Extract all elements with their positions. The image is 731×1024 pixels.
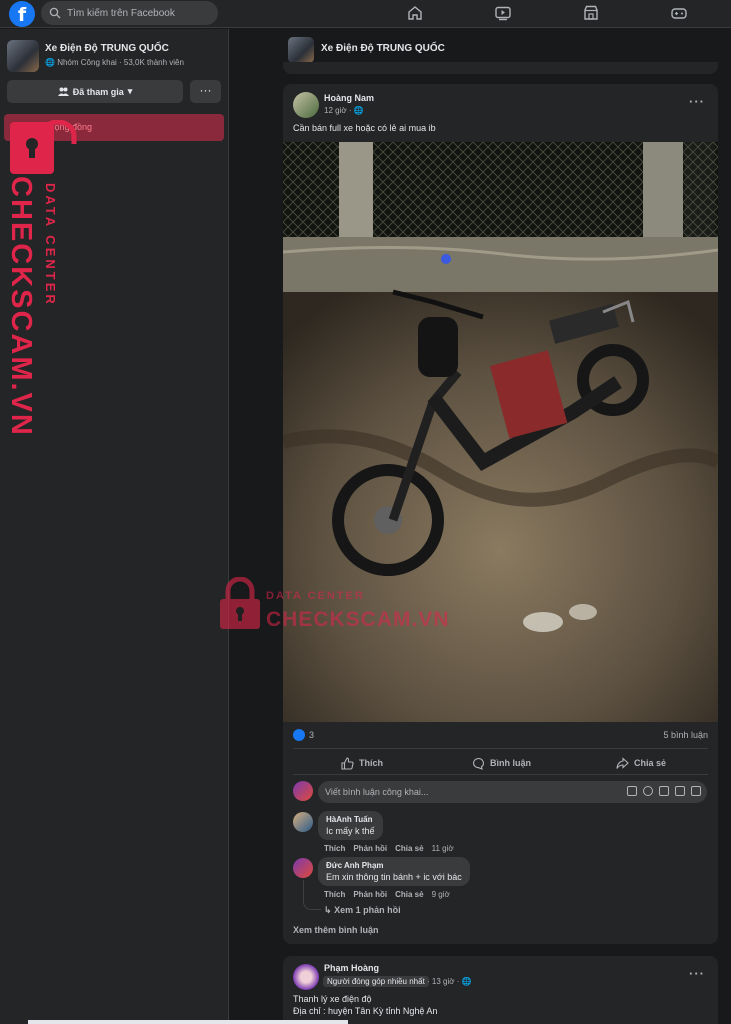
sticky-group-thumbnail[interactable]	[288, 37, 314, 63]
like-button[interactable]: Thích	[341, 754, 383, 772]
thumbs-up-icon	[341, 756, 354, 770]
comment-count[interactable]: 5 bình luận	[663, 730, 708, 740]
current-user-avatar[interactable]	[293, 781, 313, 801]
post-options-button[interactable]: ···	[689, 966, 705, 981]
author-avatar[interactable]	[293, 92, 319, 118]
horizontal-scrollbar[interactable]	[28, 1020, 348, 1024]
reaction-count: 3	[309, 730, 315, 740]
group-thumbnail[interactable]	[7, 40, 39, 72]
top-contributor-badge[interactable]: Người đóng góp nhiều nhất	[323, 976, 429, 987]
post-card: Hoàng Nam 12 giờ · 🌐 ··· Cần bán full xe…	[283, 84, 718, 944]
composer-icons	[627, 786, 701, 796]
comment-actions: Thích Phản hồi Chia sẻ 9 giờ	[324, 890, 450, 899]
comment-like-button[interactable]: Thích	[324, 890, 345, 899]
sticky-group-name[interactable]: Xe Điện Độ TRUNG QUỐC	[321, 43, 445, 54]
group-meta: 🌐 Nhóm Công khai · 53,0K thành viên	[45, 58, 184, 67]
comment-like-button[interactable]: Thích	[324, 844, 345, 853]
previous-post-edge	[283, 62, 718, 74]
comment-input[interactable]	[325, 787, 605, 797]
comment-time[interactable]: 9 giờ	[432, 890, 450, 899]
comment-button[interactable]: Bình luận	[472, 754, 531, 772]
gaming-icon[interactable]	[670, 4, 688, 22]
group-meta-text: Nhóm Công khai · 53,0K thành viên	[57, 58, 184, 67]
members-icon	[57, 87, 69, 96]
avatar-sticker-icon[interactable]	[691, 786, 701, 796]
view-replies-label: Xem 1 phản hồi	[334, 905, 401, 915]
search-input[interactable]	[67, 7, 212, 19]
comment-author[interactable]: Đức Anh Phạm	[326, 861, 462, 870]
comment-text: Ic mấy k thế	[326, 826, 375, 836]
post-photo[interactable]	[283, 142, 718, 722]
divider	[293, 748, 708, 749]
watermark-lock-icon	[10, 120, 77, 174]
post-text: Cần bán full xe hoặc có lẻ ai mua ib	[293, 123, 436, 133]
watermark-brand-vertical: CHECKSCAM.VN	[5, 176, 37, 437]
globe-icon: 🌐	[45, 58, 55, 67]
comment-author[interactable]: HàAnh Tuấn	[326, 815, 375, 824]
watermark-lock-icon	[220, 577, 260, 629]
post-author[interactable]: Phạm Hoàng	[324, 963, 379, 973]
comment-reply-button[interactable]: Phản hồi	[353, 844, 387, 853]
search-icon	[49, 7, 61, 19]
search-bar[interactable]	[41, 1, 218, 25]
watermark-subtitle: DATA CENTER	[266, 590, 365, 602]
joined-label: Đã tham gia	[72, 86, 124, 97]
watch-icon[interactable]	[494, 4, 512, 22]
post-time-text: 12 giờ ·	[324, 106, 354, 115]
watermark-subtitle-vertical: DATA CENTER	[43, 183, 58, 307]
comment-bubble: HàAnh Tuấn Ic mấy k thế	[318, 811, 383, 840]
post-time[interactable]: · 13 giờ · 🌐	[427, 977, 472, 986]
comment-share-button[interactable]: Chia sẻ	[395, 844, 423, 853]
joined-button[interactable]: Đã tham gia ▾	[7, 80, 183, 103]
like-label: Thích	[359, 758, 383, 768]
author-avatar[interactable]	[293, 964, 319, 990]
view-more-comments-link[interactable]: Xem thêm bình luận	[293, 925, 379, 935]
post-card-2: Phạm Hoàng Người đóng góp nhiều nhất · 1…	[283, 956, 718, 1024]
post-time-text: · 13 giờ ·	[427, 977, 462, 986]
comment-bubble: Đức Anh Phạm Em xin thông tin bánh + ic …	[318, 857, 470, 886]
comment-avatar[interactable]	[293, 812, 313, 832]
comment-reply-button[interactable]: Phản hồi	[353, 890, 387, 899]
post-options-button[interactable]: ···	[689, 94, 705, 109]
comment-time[interactable]: 11 giờ	[432, 844, 454, 853]
share-icon	[616, 756, 629, 769]
watermark-brand: CHECKSCAM.VN	[266, 608, 450, 631]
marketplace-icon[interactable]	[582, 4, 600, 22]
post-text-line2: Địa chỉ : huyện Tân Kỳ tỉnh Nghệ An	[293, 1006, 438, 1016]
emoji-icon[interactable]	[643, 786, 653, 796]
post-text-line1: Thanh lý xe điện độ	[293, 994, 372, 1004]
camera-icon[interactable]	[659, 786, 669, 796]
home-icon[interactable]	[406, 4, 424, 22]
globe-icon: 🌐	[461, 977, 472, 986]
comment-text: Em xin thông tin bánh + ic với bác	[326, 872, 462, 882]
facebook-logo-icon[interactable]: f	[9, 1, 35, 27]
group-header[interactable]: Xe Điện Độ TRUNG QUỐC 🌐 Nhóm Công khai ·…	[7, 40, 227, 72]
like-reaction-icon	[293, 729, 305, 741]
post-time[interactable]: 12 giờ · 🌐	[324, 106, 364, 115]
share-label: Chia sẻ	[634, 758, 667, 768]
caret-down-icon: ▾	[127, 86, 133, 96]
comment-avatar[interactable]	[293, 858, 313, 878]
share-button[interactable]: Chia sẻ	[616, 754, 666, 772]
comment-actions: Thích Phản hồi Chia sẻ 11 giờ	[324, 844, 454, 853]
reply-thread-line	[303, 880, 321, 910]
gif-icon[interactable]	[675, 786, 685, 796]
comment-share-button[interactable]: Chia sẻ	[395, 890, 423, 899]
globe-icon: 🌐	[353, 106, 364, 115]
comment-icon	[473, 757, 484, 770]
view-replies-link[interactable]: ↳ Xem 1 phản hồi	[324, 905, 401, 916]
top-navigation-bar: f	[0, 0, 731, 28]
divider	[293, 774, 708, 775]
post-author[interactable]: Hoàng Nam	[324, 93, 374, 103]
reply-arrow-icon: ↳	[324, 905, 332, 915]
reactions-summary[interactable]: 3	[293, 729, 314, 741]
comment-label: Bình luận	[490, 758, 531, 768]
sticker-icon[interactable]	[627, 786, 637, 796]
more-options-button[interactable]: ···	[190, 80, 221, 103]
comment-composer[interactable]	[318, 781, 707, 803]
group-name[interactable]: Xe Điện Độ TRUNG QUỐC	[45, 43, 169, 54]
